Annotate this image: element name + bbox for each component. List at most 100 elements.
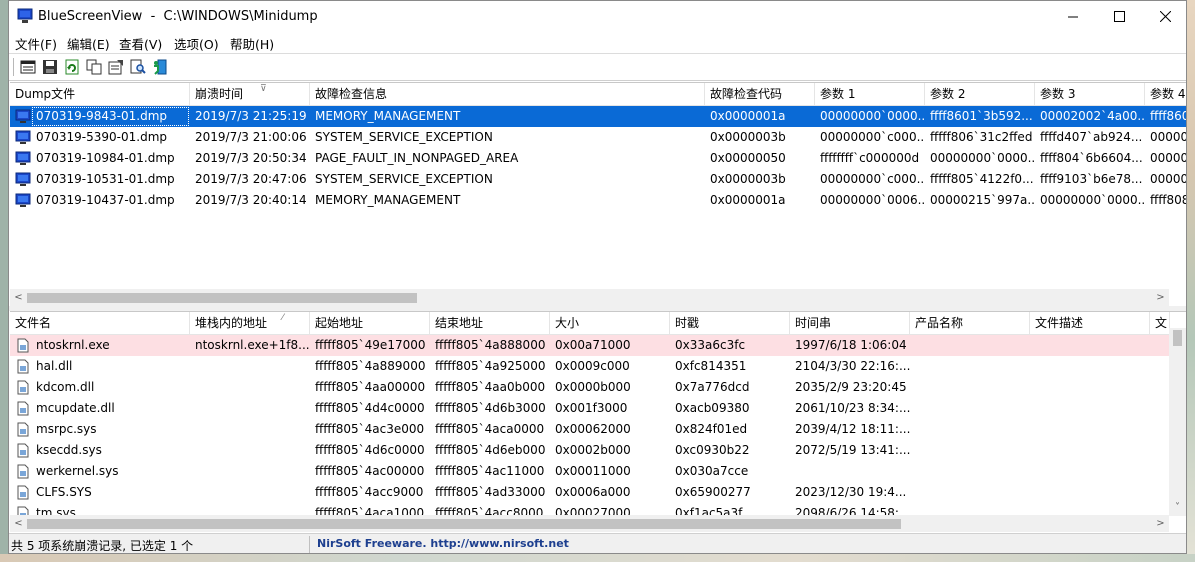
html-report-button[interactable] <box>19 58 37 76</box>
refresh-icon <box>65 59 79 75</box>
scroll-left-icon[interactable]: < <box>12 291 25 304</box>
column-header-crash-time[interactable]: 崩溃时间 <box>190 83 310 105</box>
parameter-3-cell: ffff9103`b6e78... <box>1040 172 1143 186</box>
column-header-file-version[interactable]: 文 <box>1150 312 1170 334</box>
maximize-button[interactable] <box>1096 1 1142 32</box>
driver-row[interactable]: kdcom.dll fffff805`4aa00000 fffff805`4aa0b… <box>10 377 1186 398</box>
properties-button[interactable] <box>107 58 125 76</box>
scroll-right-icon[interactable]: > <box>1154 517 1167 530</box>
timestamp-cell: 0xacb09380 <box>675 401 750 415</box>
maximize-icon <box>1113 11 1125 22</box>
refresh-button[interactable] <box>63 58 81 76</box>
product-name-cell <box>910 356 1030 377</box>
column-header-time-string[interactable]: 时间串 <box>790 312 910 334</box>
bug-check-string-cell: SYSTEM_SERVICE_EXCEPTION <box>315 130 493 144</box>
crash-row[interactable]: 070319-5390-01.dmp 2019/7/3 21:00:06 SYSTE… <box>10 127 1186 148</box>
crash-row[interactable]: 070319-10437-01.dmp 2019/7/3 20:40:14 MEMO… <box>10 190 1186 211</box>
close-button[interactable] <box>1142 1 1186 32</box>
menu-options[interactable]: 选项(O) <box>174 34 219 53</box>
scroll-left-icon[interactable]: < <box>12 517 25 530</box>
size-cell: 0x0000b000 <box>555 380 631 394</box>
crash-list-hscroll-thumb[interactable] <box>27 293 417 303</box>
driver-list-vscrollbar[interactable]: ˄ ˅ <box>1169 328 1186 516</box>
bug-check-string-cell: MEMORY_MANAGEMENT <box>315 109 461 123</box>
crash-time-cell: 2019/7/3 20:50:34 <box>195 151 307 165</box>
driver-row[interactable]: ntoskrnl.exe ntoskrnl.exe+1f8... fffff805`… <box>10 335 1186 356</box>
save-button[interactable] <box>41 58 59 76</box>
column-header-bug-check-code[interactable]: 故障检查代码 <box>705 83 815 105</box>
column-header-dump-file[interactable]: Dump文件 <box>10 83 190 105</box>
status-divider <box>309 536 310 553</box>
address-in-stack-cell <box>190 398 310 419</box>
column-header-address-in-stack[interactable]: 堆栈内的地址 <box>190 312 310 334</box>
crash-list-header: Dump文件 崩溃时间 ⊽ 故障检查信息 故障检查代码 参数 1 参数 2 参数… <box>10 83 1186 106</box>
column-header-filename[interactable]: 文件名 <box>10 312 190 334</box>
column-header-to-address[interactable]: 结束地址 <box>430 312 550 334</box>
find-button[interactable] <box>129 58 147 76</box>
timestamp-cell: 0x030a7cce <box>675 464 749 478</box>
address-in-stack-cell <box>190 461 310 482</box>
address-in-stack-cell <box>190 440 310 461</box>
menu-view[interactable]: 查看(V) <box>119 34 162 53</box>
column-header-file-description[interactable]: 文件描述 <box>1030 312 1150 334</box>
driver-row[interactable]: mcupdate.dll fffff805`4d4c0000 fffff805`4d… <box>10 398 1186 419</box>
dump-file-icon <box>15 109 31 123</box>
copy-button[interactable] <box>85 58 103 76</box>
column-header-parameter-3[interactable]: 参数 3 <box>1035 83 1145 105</box>
menu-help[interactable]: 帮助(H) <box>230 34 274 53</box>
driver-file-icon <box>17 401 29 416</box>
from-address-cell: fffff805`4ac00000 <box>315 464 425 478</box>
driver-list-vscroll-thumb[interactable] <box>1173 330 1182 346</box>
driver-list-hscrollbar[interactable]: < > <box>10 515 1169 532</box>
to-address-cell: fffff805`4ac11000 <box>435 464 545 478</box>
column-header-parameter-2[interactable]: 参数 2 <box>925 83 1035 105</box>
product-name-cell <box>910 440 1030 461</box>
nirsoft-link[interactable]: NirSoft Freeware. http://www.nirsoft.net <box>317 537 569 550</box>
to-address-cell: fffff805`4a888000 <box>435 338 546 352</box>
driver-row[interactable]: werkernel.sys fffff805`4ac00000 fffff805`4… <box>10 461 1186 482</box>
crash-list-hscrollbar[interactable]: < > <box>10 289 1169 306</box>
file-description-cell <box>1030 356 1150 377</box>
driver-file-icon <box>17 485 29 500</box>
driver-row[interactable]: ksecdd.sys fffff805`4d6c0000 fffff805`4d6e… <box>10 440 1186 461</box>
driver-row[interactable]: CLFS.SYS fffff805`4acc9000 fffff805`4ad330… <box>10 482 1186 503</box>
column-header-timestamp[interactable]: 时戳 <box>670 312 790 334</box>
column-header-bug-check-string[interactable]: 故障检查信息 <box>310 83 705 105</box>
scroll-down-icon[interactable]: ˅ <box>1171 501 1184 514</box>
scroll-right-icon[interactable]: > <box>1154 291 1167 304</box>
exit-button[interactable] <box>151 58 169 76</box>
sort-arrow-icon: ⊽ <box>260 84 267 94</box>
filename-cell: msrpc.sys <box>36 422 97 436</box>
minimize-button[interactable] <box>1050 1 1096 32</box>
driver-file-icon <box>17 464 29 479</box>
column-header-parameter-1[interactable]: 参数 1 <box>815 83 925 105</box>
bug-check-code-cell: 0x0000001a <box>710 109 786 123</box>
filename-cell: ksecdd.sys <box>36 443 102 457</box>
column-header-parameter-4[interactable]: 参数 4 <box>1145 83 1186 105</box>
status-bar: 共 5 项系统崩溃记录, 已选定 1 个 NirSoft Freeware. h… <box>9 533 1186 553</box>
find-icon <box>130 59 146 74</box>
crash-time-cell: 2019/7/3 21:25:19 <box>195 109 307 123</box>
driver-list-hscroll-thumb[interactable] <box>27 519 901 529</box>
dump-file-icon <box>15 151 31 165</box>
crash-row[interactable]: 070319-10531-01.dmp 2019/7/3 20:47:06 SYST… <box>10 169 1186 190</box>
size-cell: 0x0006a000 <box>555 485 631 499</box>
column-header-size[interactable]: 大小 <box>550 312 670 334</box>
driver-row[interactable]: hal.dll fffff805`4a889000 fffff805`4a92500… <box>10 356 1186 377</box>
product-name-cell <box>910 398 1030 419</box>
toolbar <box>9 53 1186 81</box>
column-header-product-name[interactable]: 产品名称 <box>910 312 1030 334</box>
from-address-cell: fffff805`4acc9000 <box>315 485 424 499</box>
parameter-4-cell: 000000... <box>1150 172 1186 186</box>
bluescreenview-window: BlueScreenView - C:\WINDOWS\Minidump 文件(… <box>8 0 1187 554</box>
title-bar[interactable]: BlueScreenView - C:\WINDOWS\Minidump <box>9 1 1186 32</box>
driver-row[interactable]: msrpc.sys fffff805`4ac3e000 fffff805`4aca0… <box>10 419 1186 440</box>
driver-file-icon <box>17 443 29 458</box>
crash-row[interactable]: 070319-9843-01.dmp 2019/7/3 21:25:19 MEMOR… <box>10 106 1186 127</box>
menu-file[interactable]: 文件(F) <box>15 34 57 53</box>
column-header-from-address[interactable]: 起始地址 <box>310 312 430 334</box>
menu-edit[interactable]: 编辑(E) <box>67 34 110 53</box>
address-in-stack-cell <box>190 377 310 398</box>
filename-cell: hal.dll <box>36 359 73 373</box>
crash-row[interactable]: 070319-10984-01.dmp 2019/7/3 20:50:34 PAGE… <box>10 148 1186 169</box>
